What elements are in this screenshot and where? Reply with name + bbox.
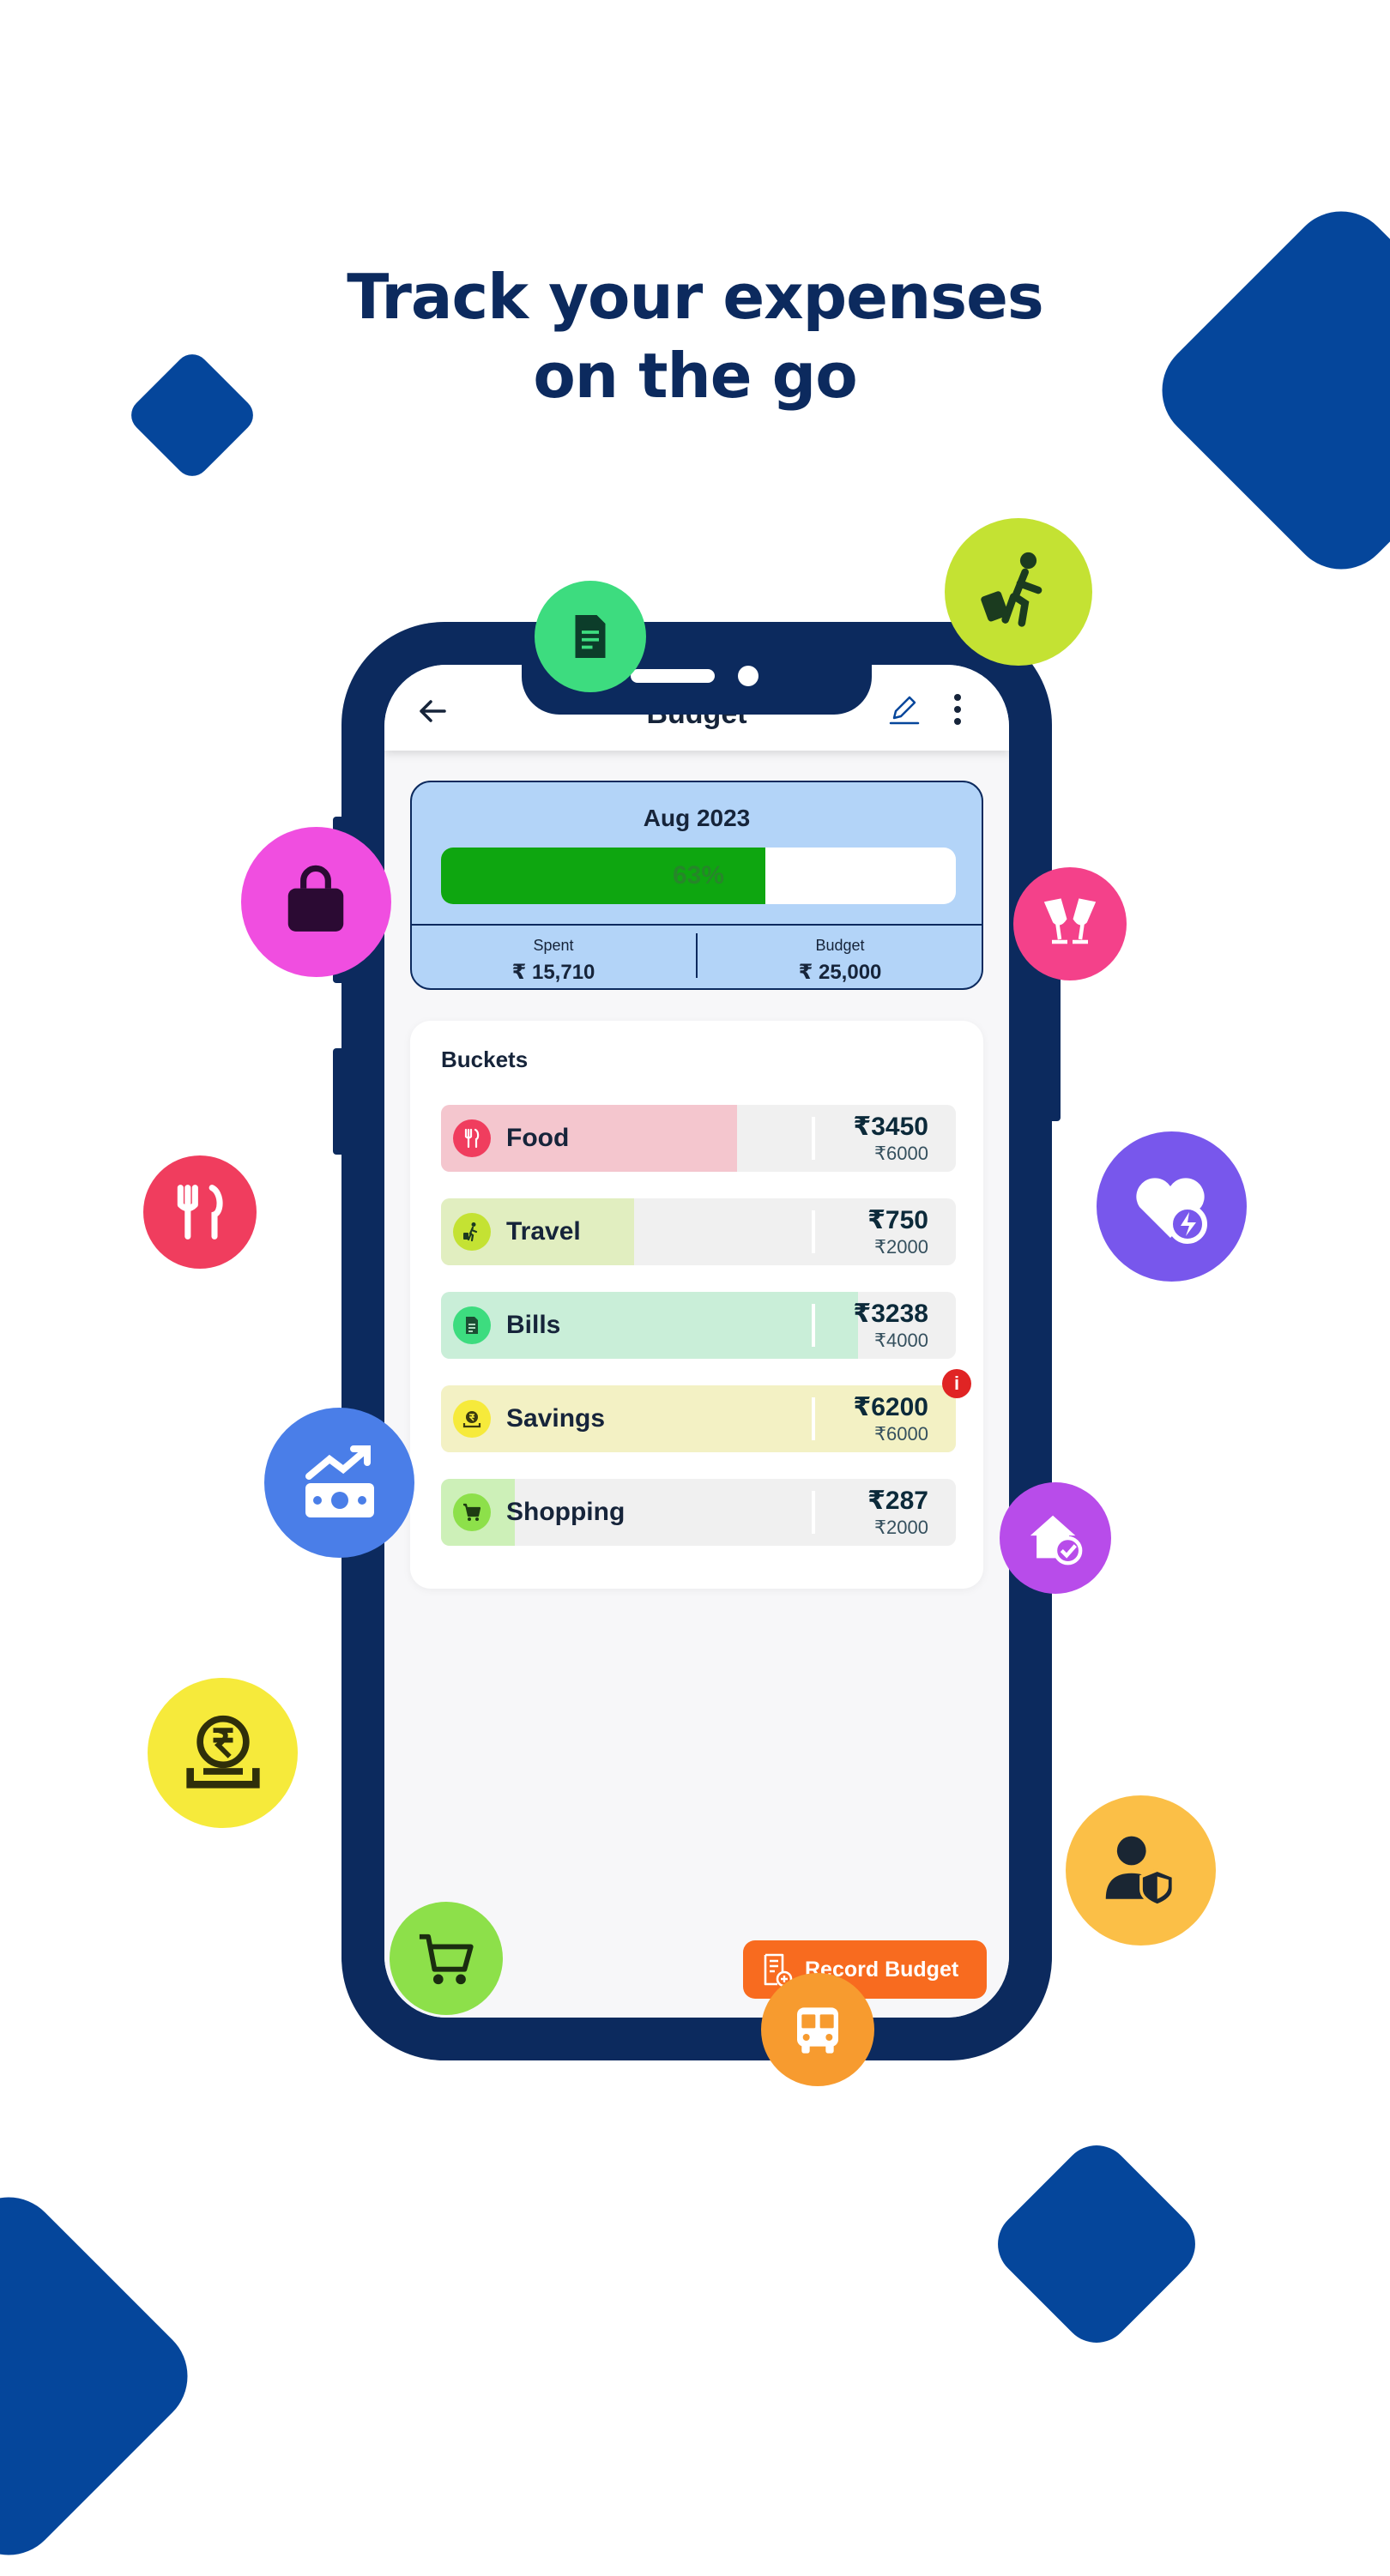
headline: Track your expenses on the go <box>0 257 1390 415</box>
cheers-glasses-icon <box>1013 867 1127 980</box>
fork-knife-icon <box>453 1119 491 1157</box>
rupee-coin-icon <box>453 1400 491 1438</box>
bucket-limit: ₹2000 <box>874 1236 928 1258</box>
decor-diamond-bottom-right <box>983 2131 1210 2357</box>
walking-luggage-icon <box>453 1213 491 1251</box>
bucket-separator <box>812 1117 815 1160</box>
spent-value: ₹ 15,710 <box>511 961 595 984</box>
heart-lightning-icon <box>1097 1131 1247 1282</box>
walking-luggage-icon <box>945 518 1092 666</box>
bucket-spent: ₹3450 <box>853 1113 928 1141</box>
bucket-spent: ₹3238 <box>853 1300 928 1328</box>
rupee-coin-icon <box>148 1678 298 1828</box>
bucket-separator <box>812 1397 815 1440</box>
savings-alert-badge[interactable]: i <box>942 1369 971 1398</box>
shopping-bag-icon <box>241 827 391 977</box>
phone-speaker <box>631 669 715 683</box>
bucket-name: Savings <box>506 1404 606 1433</box>
document-icon <box>453 1306 491 1344</box>
bucket-row-travel[interactable]: Travel ₹750 ₹2000 <box>441 1198 956 1265</box>
bucket-separator <box>812 1491 815 1534</box>
bucket-name: Food <box>506 1124 570 1152</box>
bucket-spent: ₹750 <box>867 1206 928 1234</box>
buckets-title: Buckets <box>441 1047 529 1072</box>
bucket-fill <box>441 1292 858 1359</box>
spent-summary: Spent ₹ 15,710 <box>412 937 695 985</box>
budget-progress-bar: 63% <box>441 848 956 904</box>
money-growth-icon <box>264 1408 414 1558</box>
user-shield-icon <box>1066 1795 1216 1946</box>
bucket-spent: ₹287 <box>867 1487 928 1515</box>
pencil-icon[interactable] <box>885 691 923 728</box>
summary-vertical-divider <box>696 933 698 978</box>
bucket-spent: ₹6200 <box>853 1393 928 1421</box>
bucket-row-savings[interactable]: Savings ₹6200 ₹6000 <box>441 1385 956 1452</box>
bucket-limit: ₹2000 <box>874 1517 928 1538</box>
bucket-limit: ₹6000 <box>874 1143 928 1164</box>
bus-icon <box>761 1973 874 2086</box>
buckets-card: Buckets Food ₹3450 ₹6000 Travel ₹750 ₹20… <box>410 1021 983 1589</box>
budget-summary: Budget ₹ 25,000 <box>698 937 982 985</box>
bucket-name: Bills <box>506 1311 561 1339</box>
document-icon <box>535 581 646 692</box>
budget-label: Budget <box>815 937 865 954</box>
summary-divider <box>412 924 982 926</box>
bucket-separator <box>812 1210 815 1253</box>
more-vertical-icon[interactable] <box>951 691 964 728</box>
budget-progress-text: 63% <box>672 861 725 890</box>
bucket-name: Shopping <box>506 1498 626 1526</box>
bucket-row-food[interactable]: Food ₹3450 ₹6000 <box>441 1105 956 1172</box>
bucket-row-shopping[interactable]: Shopping ₹287 ₹2000 <box>441 1479 956 1546</box>
cart-icon <box>453 1493 491 1531</box>
headline-line-2: on the go <box>533 340 857 412</box>
phone-camera <box>738 666 758 686</box>
spent-label: Spent <box>533 937 574 954</box>
bucket-row-bills[interactable]: Bills ₹3238 ₹4000 <box>441 1292 956 1359</box>
headline-line-1: Track your expenses <box>347 261 1044 333</box>
bucket-limit: ₹6000 <box>874 1423 928 1445</box>
budget-value: ₹ 25,000 <box>798 961 882 984</box>
fork-knife-icon <box>143 1155 257 1269</box>
bucket-limit: ₹4000 <box>874 1330 928 1351</box>
bucket-separator <box>812 1304 815 1347</box>
summary-month: Aug 2023 <box>643 805 751 831</box>
cart-icon <box>390 1902 503 2015</box>
decor-diamond-bottom-left <box>0 2175 209 2576</box>
home-check-icon <box>1000 1482 1111 1594</box>
bucket-name: Travel <box>506 1217 581 1246</box>
budget-summary-card[interactable]: Aug 2023 63% Spent ₹ 15,710 Budget ₹ 25,… <box>410 781 983 990</box>
